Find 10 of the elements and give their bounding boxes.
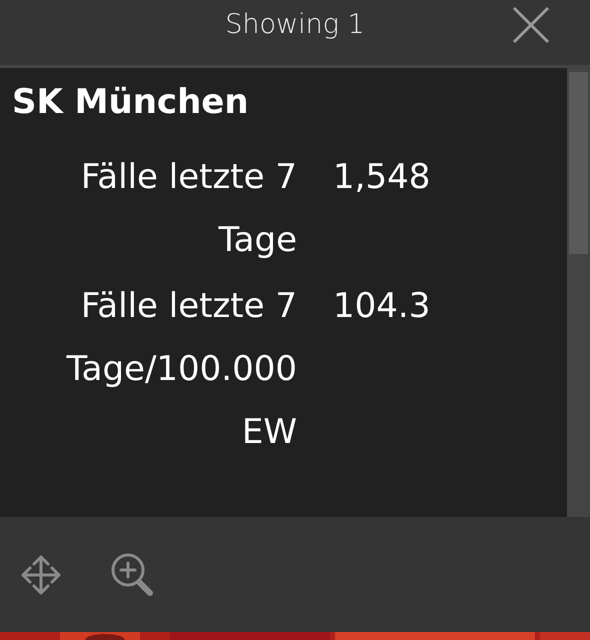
feature-title: SK München [12, 82, 250, 123]
field-label: Fälle letzte 7 Tage/100.000 EW [65, 284, 298, 454]
close-button[interactable] [512, 6, 550, 44]
move-icon [20, 554, 62, 596]
popup-title: Showing 1 [225, 8, 365, 42]
close-icon [512, 6, 550, 44]
field-value: 1,548 [333, 156, 430, 199]
pan-button[interactable] [20, 554, 62, 596]
field-value: 104.3 [333, 284, 430, 328]
field-label: Fälle letzte 7 Tage [80, 156, 298, 262]
